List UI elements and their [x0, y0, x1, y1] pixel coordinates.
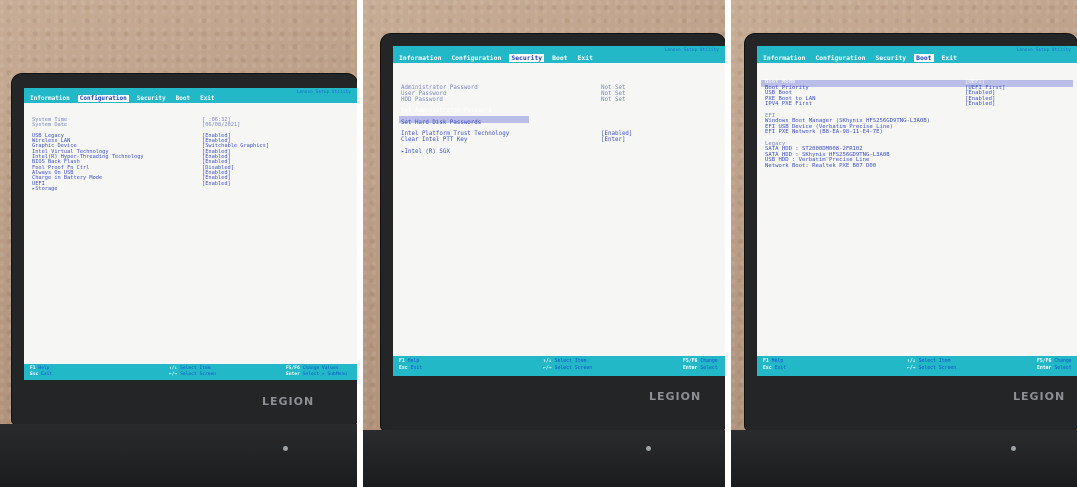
tab-information[interactable]: Information: [397, 54, 443, 62]
tab-configuration[interactable]: Configuration: [813, 54, 867, 62]
tab-configuration[interactable]: Configuration: [77, 95, 129, 102]
bios-tab-bar: Lenovo Setup Utility Information Configu…: [24, 88, 357, 103]
boot-entry[interactable]: Network Boot: Realtek PXE B07 D00: [765, 163, 1065, 170]
key-label: F5/F6: [1037, 359, 1052, 364]
legion-logo: LEGION: [649, 390, 702, 403]
bios-title: Lenovo Setup Utility: [296, 89, 351, 94]
key-label: ↑/↓: [907, 359, 916, 364]
tab-boot[interactable]: Boot: [550, 54, 569, 62]
bios-title: Lenovo Setup Utility: [1016, 47, 1071, 52]
bios-screen: Lenovo Setup Utility Information Configu…: [393, 46, 725, 376]
tab-information[interactable]: Information: [28, 95, 72, 102]
bios-screen: Lenovo Setup Utility Information Configu…: [757, 46, 1077, 376]
bios-tab-bar: Lenovo Setup Utility Information Configu…: [393, 46, 725, 63]
bios-key-legend: F1 Help Esc Exit ↑/↓ Select Item ←/→ Sel…: [24, 364, 357, 380]
webcam-dot: [283, 446, 288, 451]
laptop-base: [363, 430, 725, 487]
laptop-base: [0, 424, 357, 487]
tab-security[interactable]: Security: [509, 54, 545, 62]
legion-logo: LEGION: [262, 395, 315, 408]
webcam-dot: [646, 446, 651, 451]
key-desc: Select Screen: [554, 366, 593, 371]
bios-key-legend: F1 Help Esc Exit ↑/↓ Select Item ←/→ Sel…: [393, 356, 725, 376]
setting-row[interactable]: ▸Storage: [32, 186, 332, 192]
key-desc: Select Item: [180, 366, 211, 371]
settings-list: System Time[ :06:32] System Date [06/08/2…: [32, 117, 332, 192]
key-desc: Select: [1054, 366, 1072, 371]
key-label: ←/→: [543, 366, 552, 371]
photo-security: Lenovo Setup Utility Information Configu…: [363, 0, 725, 487]
key-label: Enter: [1037, 366, 1052, 371]
tab-boot[interactable]: Boot: [174, 95, 192, 102]
key-desc: Select Item: [554, 359, 587, 364]
boot-settings-list: Boot Mode [UEFI] Boot Priority [UEFI First…: [765, 79, 1065, 170]
key-label: Esc: [763, 366, 772, 371]
key-desc: Help: [771, 359, 784, 364]
key-label: Enter: [683, 366, 698, 371]
tab-exit[interactable]: Exit: [576, 54, 595, 62]
tab-boot[interactable]: Boot: [914, 54, 934, 62]
legion-logo: LEGION: [1013, 390, 1066, 403]
settings-list: Administrator Password Not Set User Passw…: [401, 85, 701, 156]
setting-row[interactable]: ▸Intel (R) SGX: [401, 149, 701, 156]
key-desc: Change: [700, 359, 718, 364]
key-label: F1: [30, 366, 36, 371]
bios-tab-bar: Lenovo Setup Utility Information Configu…: [757, 46, 1077, 63]
tab-information[interactable]: Information: [761, 54, 807, 62]
key-desc: Help: [38, 366, 50, 371]
key-label: F1: [763, 359, 769, 364]
key-desc: Select Item: [918, 359, 951, 364]
key-label: ←/→: [169, 372, 178, 377]
laptop-base: [731, 430, 1077, 487]
key-label: ↑/↓: [543, 359, 552, 364]
tab-exit[interactable]: Exit: [940, 54, 959, 62]
key-label: Esc: [399, 366, 408, 371]
key-desc: Change: [1054, 359, 1072, 364]
key-desc: Select Screen: [918, 366, 957, 371]
bios-title: Lenovo Setup Utility: [664, 47, 719, 52]
tab-exit[interactable]: Exit: [198, 95, 216, 102]
tab-security[interactable]: Security: [135, 95, 168, 102]
photo-boot: Lenovo Setup Utility Information Configu…: [731, 0, 1077, 487]
key-desc: Help: [407, 359, 420, 364]
bios-key-legend: F1 Help Esc Exit ↑/↓ Select Item ←/→ Sel…: [757, 356, 1077, 376]
key-label: Esc: [30, 372, 39, 377]
key-desc: Exit: [774, 366, 787, 371]
photo-configuration: Lenovo Setup Utility Information Configu…: [0, 0, 357, 487]
key-label: Enter: [286, 372, 300, 377]
key-label: F5/F6: [683, 359, 698, 364]
tab-security[interactable]: Security: [873, 54, 908, 62]
key-desc: Change Values: [302, 366, 339, 371]
key-label: ←/→: [907, 366, 916, 371]
key-desc: Exit: [410, 366, 423, 371]
key-label: F1: [399, 359, 405, 364]
key-desc: Exit: [41, 372, 53, 377]
key-desc: Select Screen: [180, 372, 217, 377]
key-label: F5/F6: [286, 366, 300, 371]
key-desc: Select: [700, 366, 718, 371]
webcam-dot: [1011, 446, 1016, 451]
key-label: ↑/↓: [169, 366, 178, 371]
tab-configuration[interactable]: Configuration: [449, 54, 503, 62]
bios-screen: Lenovo Setup Utility Information Configu…: [24, 88, 357, 380]
key-desc: Select ▸ SubMenu: [302, 372, 347, 377]
